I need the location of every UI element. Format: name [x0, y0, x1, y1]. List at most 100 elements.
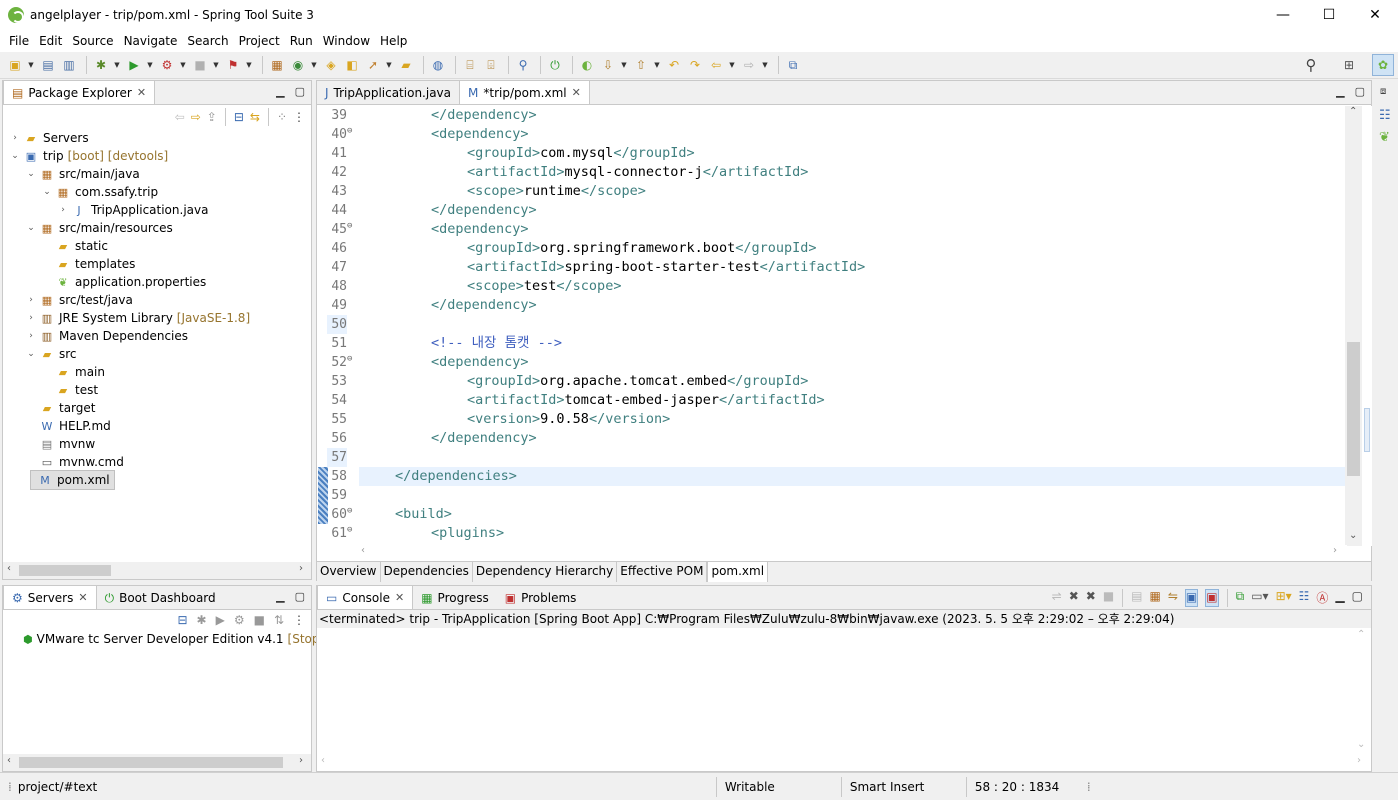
- package-explorer-hscrollbar[interactable]: ‹ ›: [3, 562, 311, 579]
- tab-console[interactable]: ▭ Console ✕: [317, 585, 414, 609]
- collapsed-twisty-icon[interactable]: ›: [9, 133, 21, 143]
- minimize-icon[interactable]: ▁: [276, 590, 284, 603]
- display-console-icon[interactable]: ▭▾: [1251, 589, 1268, 607]
- menu-navigate[interactable]: Navigate: [119, 34, 183, 48]
- menu-help[interactable]: Help: [375, 34, 412, 48]
- tab-problems[interactable]: ▣ Problems: [497, 587, 585, 609]
- tree-item[interactable]: ▰ main: [3, 363, 311, 381]
- menu-window[interactable]: Window: [318, 34, 375, 48]
- next-annotation-dropdown-icon[interactable]: ▼: [620, 56, 628, 74]
- terminate-icon[interactable]: ✖: [1069, 589, 1079, 607]
- menu-project[interactable]: Project: [234, 34, 285, 48]
- task-icon[interactable]: ⌹: [482, 56, 500, 74]
- scroll-thumb[interactable]: [19, 757, 283, 768]
- minimize-icon[interactable]: ▁: [1335, 589, 1344, 607]
- scroll-right-icon[interactable]: ›: [1333, 545, 1337, 556]
- expanded-twisty-icon[interactable]: ⌄: [9, 151, 21, 161]
- new-package-icon[interactable]: ▦: [268, 56, 286, 74]
- prev-annotation-dropdown-icon[interactable]: ▼: [653, 56, 661, 74]
- collapse-icon[interactable]: ⊟: [177, 613, 187, 627]
- tree-item[interactable]: Mpom.xml: [30, 470, 115, 490]
- scroll-down-icon[interactable]: ⌄: [1349, 530, 1357, 541]
- scroll-lock-icon[interactable]: ▦: [1150, 589, 1161, 607]
- filters-icon[interactable]: ⁘: [277, 110, 287, 124]
- pin-console-icon[interactable]: ⧉: [1236, 589, 1245, 607]
- new-class-dropdown-icon[interactable]: ▼: [310, 56, 318, 74]
- editor-vscrollbar[interactable]: ⌃ ⌄: [1345, 106, 1362, 546]
- tree-item[interactable]: ❦ application.properties: [3, 273, 311, 291]
- tree-item[interactable]: ⌄ ▦ src/main/resources: [3, 219, 311, 237]
- word-wrap-icon[interactable]: ⇋: [1168, 589, 1178, 607]
- tab-trip-application-java[interactable]: J TripApplication.java: [317, 82, 459, 104]
- tab-package-explorer[interactable]: ▤ Package Explorer ✕: [3, 80, 156, 104]
- tree-item[interactable]: ▰ test: [3, 381, 311, 399]
- profile-server-icon[interactable]: ⚙: [234, 613, 245, 627]
- tab-progress[interactable]: ▦ Progress: [413, 587, 497, 609]
- collapsed-twisty-icon[interactable]: ›: [25, 331, 37, 341]
- ansi-console-icon[interactable]: Ⓐ: [1316, 589, 1328, 607]
- stop-icon[interactable]: ■: [1103, 589, 1114, 607]
- next-annotation-icon[interactable]: ⇩: [599, 56, 617, 74]
- run-dropdown-icon[interactable]: ▼: [146, 56, 154, 74]
- tree-item[interactable]: ▤ mvnw: [3, 435, 311, 453]
- relaunch-icon[interactable]: ⚑: [224, 56, 242, 74]
- run-icon[interactable]: ▶: [125, 56, 143, 74]
- pom-page-tab[interactable]: Dependency Hierarchy: [473, 562, 618, 582]
- spring-perspective-icon[interactable]: ✿: [1372, 54, 1394, 76]
- pom-page-tab[interactable]: Dependencies: [381, 562, 473, 582]
- spring-leaf-icon[interactable]: ◐: [578, 56, 596, 74]
- maximize-icon[interactable]: ▢: [295, 590, 305, 603]
- tree-item[interactable]: ▰ target: [3, 399, 311, 417]
- start-server-icon[interactable]: ▶: [216, 613, 225, 627]
- launch-dropdown-icon[interactable]: ▼: [385, 56, 393, 74]
- new-class-icon[interactable]: ◉: [289, 56, 307, 74]
- maximize-button[interactable]: ☐: [1306, 0, 1352, 30]
- clear-console-icon[interactable]: ▤: [1131, 589, 1142, 607]
- boot-power-icon[interactable]: ⏻: [546, 56, 564, 74]
- console-hscrollbar[interactable]: ‹ ›: [317, 755, 1371, 771]
- forward-icon[interactable]: ⇨: [740, 56, 758, 74]
- maximize-icon[interactable]: ▢: [1355, 85, 1365, 98]
- stop-icon[interactable]: ■: [191, 56, 209, 74]
- scroll-up-icon[interactable]: ⌃: [1349, 106, 1357, 117]
- maximize-icon[interactable]: ▢: [295, 85, 305, 98]
- console-output[interactable]: [317, 629, 1353, 755]
- tree-item[interactable]: W HELP.md: [3, 417, 311, 435]
- menu-source[interactable]: Source: [67, 34, 118, 48]
- close-icon[interactable]: ✕: [572, 86, 581, 99]
- outline-view-icon[interactable]: ☷: [1379, 108, 1391, 123]
- back-dropdown-icon[interactable]: ▼: [728, 56, 736, 74]
- publish-icon[interactable]: ⇅: [274, 613, 284, 627]
- collapsed-twisty-icon[interactable]: ›: [25, 313, 37, 323]
- xml-source-editor[interactable]: 39 </dependency> 40 ⊖ <dependency> 41 <groupId…: [317, 106, 1345, 546]
- scroll-thumb[interactable]: [19, 565, 111, 576]
- save-all-icon[interactable]: ▥: [60, 56, 78, 74]
- debug-dropdown-icon[interactable]: ▼: [113, 56, 121, 74]
- expanded-twisty-icon[interactable]: ⌄: [25, 169, 37, 179]
- editor-hscrollbar[interactable]: ‹ ›: [357, 545, 1347, 561]
- pin-icon[interactable]: ⚲: [514, 56, 532, 74]
- forward-dropdown-icon[interactable]: ▼: [761, 56, 769, 74]
- scroll-left-icon[interactable]: ‹: [321, 755, 325, 766]
- tree-item[interactable]: ▭ mvnw.cmd: [3, 453, 311, 471]
- back-icon[interactable]: ⇦: [707, 56, 725, 74]
- minimize-icon[interactable]: ▁: [1336, 85, 1344, 98]
- relaunch-dropdown-icon[interactable]: ▼: [245, 56, 253, 74]
- globe-icon[interactable]: ◍: [429, 56, 447, 74]
- view-menu-icon[interactable]: ⋮: [293, 110, 305, 124]
- remove-all-terminated-icon[interactable]: ✖: [1086, 589, 1096, 607]
- prev-annotation-icon[interactable]: ⇧: [632, 56, 650, 74]
- pom-page-tab[interactable]: Effective POM: [617, 562, 708, 582]
- forward-icon[interactable]: ⇨: [191, 110, 201, 124]
- annotation-icon[interactable]: ⌸: [461, 56, 479, 74]
- tab-pom-xml[interactable]: M *trip/pom.xml ✕: [459, 80, 590, 104]
- scroll-right-icon[interactable]: ›: [299, 563, 303, 574]
- show-on-stdout-icon[interactable]: ▣: [1184, 589, 1199, 607]
- expanded-twisty-icon[interactable]: ⌄: [41, 187, 53, 197]
- reconnect-icon[interactable]: ⇌: [1052, 589, 1062, 607]
- open-console-icon[interactable]: ⊞▾: [1276, 589, 1292, 607]
- tab-servers[interactable]: ⚙ Servers ✕: [3, 585, 97, 609]
- save-icon[interactable]: ▤: [39, 56, 57, 74]
- tree-item[interactable]: ⌄ ▣ trip [boot] [devtools]: [3, 147, 311, 165]
- run-external-icon[interactable]: ⚙: [158, 56, 176, 74]
